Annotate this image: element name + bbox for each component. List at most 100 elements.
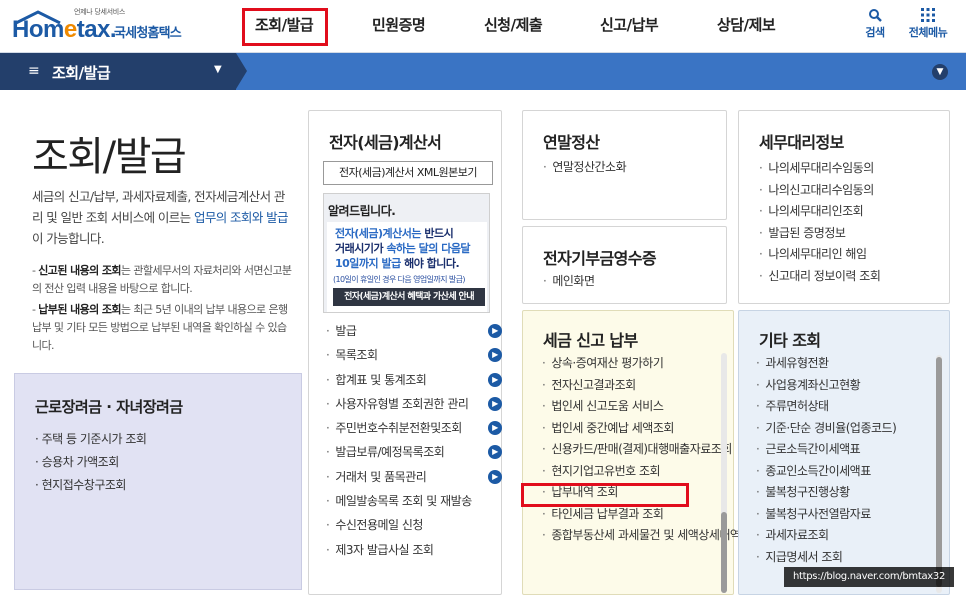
donation-card: 전자기부금영수증 메인화면	[522, 226, 727, 304]
go-arrow-icon[interactable]: ▶	[488, 445, 502, 460]
taxreport-link[interactable]: 신용카드/판매(결제)대행매출자료조회	[542, 439, 732, 461]
go-arrow-icon[interactable]: ▶	[488, 348, 502, 363]
caret-down-icon: ▼	[214, 64, 222, 75]
search-button[interactable]: 검색	[853, 8, 897, 40]
taxreport-link[interactable]: 상속·증여재산 평가하기	[542, 353, 722, 375]
notice-banner[interactable]: 전자(세금)계산서는 반드시 거래시기가 속하는 달의 다음달 10일까지 발급…	[327, 222, 487, 312]
blog-watermark: https://blog.naver.com/bmtax32	[784, 567, 954, 587]
other-link[interactable]: 종교인소득간이세액표	[756, 461, 932, 483]
other-link[interactable]: 지급명세서 조회	[756, 547, 932, 569]
sub-menu-title: 조회/발급	[52, 64, 111, 82]
etax-link[interactable]: 목록조회▶	[326, 343, 504, 367]
other-title: 기타 조회	[759, 331, 821, 350]
gnb-item-report-pay[interactable]: 신고/납부	[600, 14, 659, 35]
header: 언제나 당세서비스 Hometax. 국세청홈택스 조회/발급 민원증명 신청/…	[0, 0, 966, 52]
yearend-card: 연말정산 연말정산간소화	[522, 110, 727, 220]
sub-navigation-bar: ≡ 조회/발급 ▼ ▼	[0, 52, 966, 90]
gnb-item-consult[interactable]: 상담/제보	[717, 14, 776, 35]
etax-link[interactable]: 주민번호수취분전환및조회▶	[326, 416, 504, 440]
page-description: 세금의 신고/납부, 과세자료제출, 전자세금계산서 관리 및 일반 조회 서비…	[32, 189, 289, 246]
agent-title: 세무대리정보	[759, 133, 844, 152]
expand-down-icon[interactable]: ▼	[932, 64, 948, 80]
benefit-list: · 주택 등 기준시가 조회 · 승용차 가액조회 · 현지접수창구조회	[35, 428, 147, 497]
other-scroll-thumb[interactable]	[936, 357, 942, 587]
other-link[interactable]: 과세자료조회	[756, 525, 932, 547]
logo-korean: 국세청홈택스	[114, 26, 182, 41]
benefit-item[interactable]: · 승용차 가액조회	[35, 451, 146, 474]
gnb-item-certificate[interactable]: 민원증명	[372, 14, 426, 35]
gnb-item-application[interactable]: 신청/제출	[484, 14, 543, 35]
other-link[interactable]: 과세유형전환	[756, 353, 932, 375]
sub-menu-selector[interactable]: ≡ 조회/발급 ▼	[0, 53, 236, 90]
agent-link[interactable]: 나의세무대리수임동의	[759, 158, 880, 180]
other-link[interactable]: 기준·단순 경비율(업종코드)	[756, 418, 932, 440]
etax-link[interactable]: 사용자유형별 조회권한 관리▶	[326, 392, 504, 416]
etax-title: 전자(세금)계산서	[329, 133, 442, 152]
notice-text: 전자(세금)계산서는 반드시 거래시기가 속하는 달의 다음달 10일까지 발급…	[335, 227, 471, 270]
benefit-item[interactable]: · 주택 등 기준시가 조회	[35, 428, 147, 451]
agent-list: 나의세무대리수임동의나의신고대리수임동의나의세무대리인조회발급된 증명정보나의세…	[759, 158, 881, 288]
etax-link[interactable]: 수신전용메일 신청	[326, 513, 504, 537]
logo-wordmark: Hometax.	[12, 16, 117, 43]
taxreport-link[interactable]: 법인세 신고도움 서비스	[542, 396, 722, 418]
go-arrow-icon[interactable]: ▶	[488, 469, 502, 484]
etax-link-list: 발급▶목록조회▶합계표 및 통계조회▶사용자유형별 조회권한 관리▶주민번호수취…	[326, 319, 504, 562]
benefit-item[interactable]: · 현지접수창구조회	[35, 474, 146, 497]
notice-small-text: (10일이 휴일인 경우 다음 영업일까지 발급)	[333, 275, 466, 284]
page-title: 조회/발급	[32, 134, 187, 180]
etax-link[interactable]: 거래처 및 품목관리▶	[326, 465, 504, 489]
all-menu-button[interactable]: 전체메뉴	[906, 8, 950, 40]
taxreport-link[interactable]: 현지기업고유번호 조회	[542, 461, 722, 483]
agent-link[interactable]: 나의세무대리인조회	[759, 201, 880, 223]
notice-heading: 알려드립니다.	[328, 204, 396, 218]
benefit-panel: 근로장려금 · 자녀장려금 · 주택 등 기준시가 조회 · 승용차 가액조회 …	[14, 373, 302, 590]
other-link[interactable]: 불복청구사전열람자료	[756, 504, 932, 526]
other-list: 과세유형전환사업용계좌신고현황주류면허상태기준·단순 경비율(업종코드)근로소득…	[756, 353, 932, 568]
other-link[interactable]: 불복청구진행상황	[756, 482, 932, 504]
gnb-item-inquiry[interactable]: 조회/발급	[255, 14, 314, 35]
grid-menu-icon	[921, 8, 935, 22]
taxreport-link[interactable]: 종합부동산세 과세물건 및 세액상세내역 조회	[542, 525, 765, 547]
benefit-title: 근로장려금 · 자녀장려금	[35, 398, 183, 416]
etax-link[interactable]: 발급보류/예정목록조회▶	[326, 440, 504, 464]
other-link[interactable]: 주류면허상태	[756, 396, 932, 418]
go-arrow-icon[interactable]: ▶	[488, 372, 502, 387]
hometax-logo[interactable]: 언제나 당세서비스 Hometax. 국세청홈택스	[12, 6, 197, 46]
donation-title: 전자기부금영수증	[543, 249, 657, 268]
donation-link[interactable]: 메인화면	[543, 271, 595, 293]
taxreport-link[interactable]: 전자신고결과조회	[542, 375, 722, 397]
yearend-link[interactable]: 연말정산간소화	[543, 157, 626, 179]
agent-link[interactable]: 나의세무대리인 해임	[759, 244, 880, 266]
etax-penalty-guide-button[interactable]: 전자(세금)계산서 혜택과 가산세 안내	[333, 288, 485, 306]
highlight-box	[521, 483, 689, 507]
go-arrow-icon[interactable]: ▶	[488, 421, 502, 436]
taxreport-link[interactable]: 법인세 중간예납 세액조회	[542, 418, 722, 440]
yearend-list: 연말정산간소화	[543, 157, 626, 179]
all-menu-label: 전체메뉴	[908, 26, 948, 39]
note-payment-inquiry: - 납부된 내용의 조회는 최근 5년 이내의 납부 내용으로 은행 납부 및 …	[32, 303, 288, 352]
hamburger-icon: ≡	[28, 63, 40, 79]
etax-link[interactable]: 제3자 발급사실 조회	[326, 538, 504, 562]
agent-link[interactable]: 나의신고대리수임동의	[759, 180, 880, 202]
etax-link[interactable]: 메일발송목록 조회 및 재발송	[326, 489, 504, 513]
subbar-arrow-shape	[236, 53, 247, 89]
go-arrow-icon[interactable]: ▶	[488, 324, 502, 338]
agent-card: 세무대리정보 나의세무대리수임동의나의신고대리수임동의나의세무대리인조회발급된 …	[738, 110, 950, 304]
note-report-inquiry: - 신고된 내용의 조회는 관할세무서의 자료처리와 서면신고분의 전산 입력 …	[32, 264, 292, 295]
taxreport-scroll-thumb[interactable]	[721, 512, 727, 593]
agent-link[interactable]: 신고대리 정보이력 조회	[759, 266, 881, 288]
description-link[interactable]: 업무의 조회와 발급	[194, 210, 289, 225]
yearend-title: 연말정산	[543, 133, 600, 152]
donation-list: 메인화면	[543, 271, 595, 293]
etax-link[interactable]: 발급▶	[326, 319, 504, 343]
go-arrow-icon[interactable]: ▶	[488, 396, 502, 411]
etax-notice: 알려드립니다. 전자(세금)계산서는 반드시 거래시기가 속하는 달의 다음달 …	[323, 193, 490, 313]
search-icon	[869, 9, 882, 22]
search-label: 검색	[865, 26, 885, 39]
other-link[interactable]: 사업용계좌신고현황	[756, 375, 932, 397]
agent-link[interactable]: 발급된 증명정보	[759, 223, 880, 245]
xml-original-view-button[interactable]: 전자(세금)계산서 XML원본보기	[323, 161, 493, 185]
taxreport-title: 세금 신고 납부	[543, 331, 638, 350]
other-link[interactable]: 근로소득간이세액표	[756, 439, 932, 461]
etax-link[interactable]: 합계표 및 통계조회▶	[326, 368, 504, 392]
